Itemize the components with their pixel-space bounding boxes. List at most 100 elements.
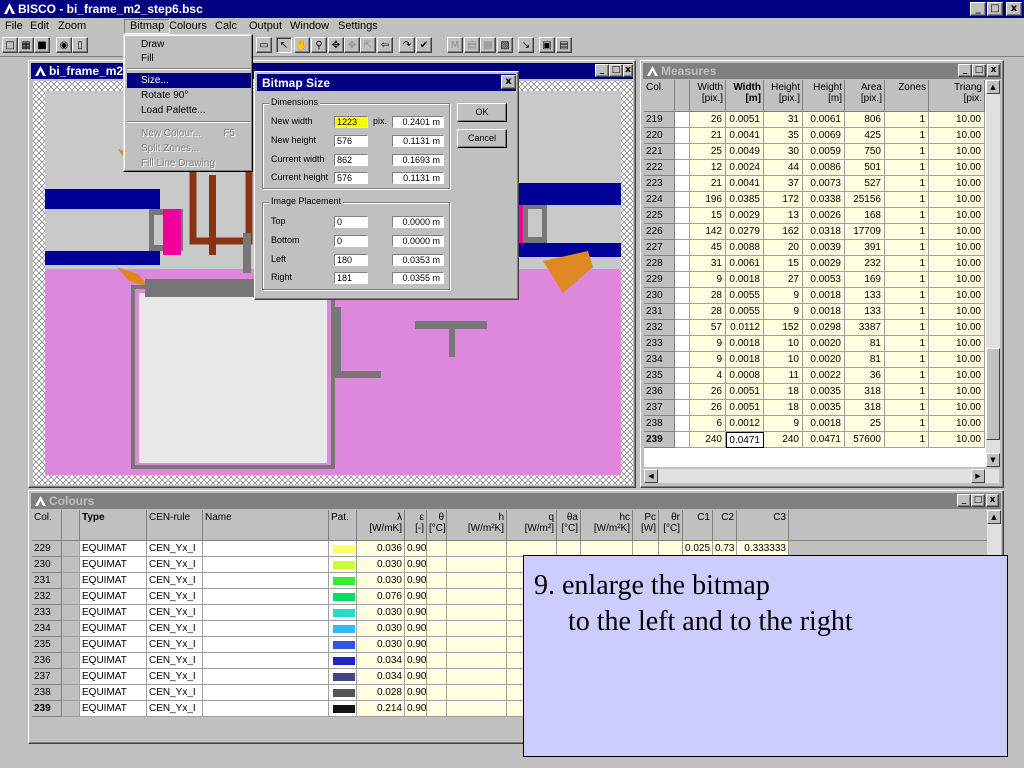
line-tool-icon[interactable]: ↘ xyxy=(518,37,534,53)
colours-cell[interactable] xyxy=(447,669,507,685)
measures-cell[interactable]: 0.0039 xyxy=(803,240,845,256)
undo-arrow-icon[interactable]: ⇦ xyxy=(377,37,393,53)
measures-cell[interactable]: 35 xyxy=(764,128,803,144)
colours-cell[interactable] xyxy=(203,541,329,557)
measures-cell[interactable] xyxy=(675,368,690,384)
measures-column-header[interactable]: Zones xyxy=(885,80,929,112)
minimize-button[interactable]: _ xyxy=(970,2,986,16)
colours-cell[interactable]: 0.076 xyxy=(357,589,405,605)
measures-cell[interactable]: 12 xyxy=(690,160,726,176)
measures-horizontal-scrollbar[interactable]: ◀ ▶ xyxy=(644,469,999,483)
colours-cell[interactable]: 0.030 xyxy=(357,573,405,589)
colours-column-header[interactable] xyxy=(789,510,987,541)
colours-close-button[interactable]: x xyxy=(986,494,999,507)
measures-cell[interactable] xyxy=(675,144,690,160)
measures-close-button[interactable]: x xyxy=(987,64,1000,77)
stretch-icon[interactable]: ⇱ xyxy=(360,37,376,53)
colours-cell[interactable]: 0.030 xyxy=(357,621,405,637)
measures-cell[interactable]: 10 xyxy=(764,336,803,352)
measures-cell[interactable] xyxy=(675,240,690,256)
colours-cell[interactable]: EQUIMAT xyxy=(80,637,147,653)
scroll-right-icon[interactable]: ▶ xyxy=(971,469,985,483)
measures-cell[interactable]: 10.00 xyxy=(929,368,985,384)
colours-cell[interactable] xyxy=(62,557,80,573)
measures-cell[interactable]: 232 xyxy=(845,256,885,272)
measures-cell[interactable]: 0.0088 xyxy=(726,240,764,256)
right-input[interactable]: 181 xyxy=(334,272,368,284)
colours-column-header[interactable]: C3 xyxy=(737,510,789,541)
measures-cell[interactable]: 162 xyxy=(764,224,803,240)
measures-cell[interactable]: 0.0055 xyxy=(726,288,764,304)
print-icon[interactable]: ◉ xyxy=(56,37,72,53)
colours-cell[interactable]: 0.030 xyxy=(357,605,405,621)
pattern-cell[interactable] xyxy=(329,605,357,621)
measures-cell[interactable]: 1 xyxy=(885,416,929,432)
measures-cell[interactable]: 36 xyxy=(845,368,885,384)
menu-item-split-zones[interactable]: Split Zones... xyxy=(127,141,251,156)
measures-cell[interactable]: 0.0029 xyxy=(726,208,764,224)
colours-cell[interactable]: EQUIMAT xyxy=(80,557,147,573)
measures-cell[interactable]: 10.00 xyxy=(929,384,985,400)
measures-cell[interactable] xyxy=(675,320,690,336)
colours-cell[interactable]: 0.034 xyxy=(357,669,405,685)
measures-cell[interactable]: 0.0086 xyxy=(803,160,845,176)
measures-cell[interactable]: 6 xyxy=(690,416,726,432)
fill-rect-icon[interactable]: ▣ xyxy=(539,37,555,53)
measures-cell[interactable]: 0.0059 xyxy=(803,144,845,160)
colours-column-header[interactable]: Type xyxy=(80,510,147,541)
measures-cell[interactable]: 501 xyxy=(845,160,885,176)
measures-cell[interactable]: 318 xyxy=(845,400,885,416)
bitmap-minimize-button[interactable]: _ xyxy=(595,64,609,77)
colours-cell[interactable]: EQUIMAT xyxy=(80,605,147,621)
colours-cell[interactable] xyxy=(427,541,447,557)
colours-cell[interactable] xyxy=(203,685,329,701)
colours-cell[interactable] xyxy=(447,637,507,653)
measures-cell[interactable]: 10.00 xyxy=(929,400,985,416)
measures-cell[interactable] xyxy=(675,192,690,208)
measures-cell[interactable]: 0.0112 xyxy=(726,320,764,336)
colours-cell[interactable] xyxy=(427,685,447,701)
scroll-down-icon[interactable]: ▼ xyxy=(986,453,1000,467)
measures-cell[interactable]: 142 xyxy=(690,224,726,240)
measures-cell[interactable]: 10.00 xyxy=(929,320,985,336)
measures-cell[interactable]: 0.0061 xyxy=(803,112,845,128)
measures-cell[interactable]: 133 xyxy=(845,288,885,304)
colours-column-header[interactable]: h [W/m²K] xyxy=(447,510,507,541)
measures-cell[interactable]: 0.0051 xyxy=(726,112,764,128)
measures-cell[interactable]: 13 xyxy=(764,208,803,224)
colours-cell[interactable] xyxy=(62,701,80,717)
pattern-cell[interactable] xyxy=(329,573,357,589)
grid-icon[interactable]: ▯ xyxy=(72,37,88,53)
colours-cell[interactable] xyxy=(203,637,329,653)
colours-cell[interactable]: EQUIMAT xyxy=(80,573,147,589)
menu-window[interactable]: Window xyxy=(285,19,334,34)
colours-cell[interactable]: EQUIMAT xyxy=(80,589,147,605)
measures-column-header[interactable]: Triang [pix. xyxy=(929,80,985,112)
measures-cell[interactable]: 172 xyxy=(764,192,803,208)
colours-cell[interactable] xyxy=(203,621,329,637)
measures-cell[interactable]: 168 xyxy=(845,208,885,224)
colours-cell[interactable] xyxy=(427,573,447,589)
colours-column-header[interactable]: Pc [W] xyxy=(633,510,659,541)
colours-cell[interactable] xyxy=(427,605,447,621)
menu-item-draw[interactable]: Draw xyxy=(127,37,251,52)
measures-cell[interactable]: 1 xyxy=(885,432,929,448)
measures-cell[interactable]: 0.0018 xyxy=(726,336,764,352)
measures-cell[interactable]: 31 xyxy=(764,112,803,128)
colours-column-header[interactable]: q [W/m²] xyxy=(507,510,557,541)
measures-cell[interactable]: 26 xyxy=(690,400,726,416)
measures-cell[interactable]: 1 xyxy=(885,368,929,384)
colours-cell[interactable]: 0.90 xyxy=(405,605,427,621)
measures-cell[interactable]: 18 xyxy=(764,400,803,416)
measures-cell[interactable]: 1 xyxy=(885,160,929,176)
measures-cell[interactable]: 9 xyxy=(764,416,803,432)
measures-cell[interactable] xyxy=(675,128,690,144)
ok-button[interactable]: OK xyxy=(457,103,507,122)
colours-cell[interactable]: EQUIMAT xyxy=(80,621,147,637)
measures-column-header[interactable]: Width [m] xyxy=(726,80,764,112)
measures-cell[interactable]: 0.0069 xyxy=(803,128,845,144)
measures-cell[interactable]: 11 xyxy=(764,368,803,384)
measures-cell[interactable]: 0.0051 xyxy=(726,384,764,400)
colours-cell[interactable] xyxy=(447,653,507,669)
top-input[interactable]: 0 xyxy=(334,216,368,228)
